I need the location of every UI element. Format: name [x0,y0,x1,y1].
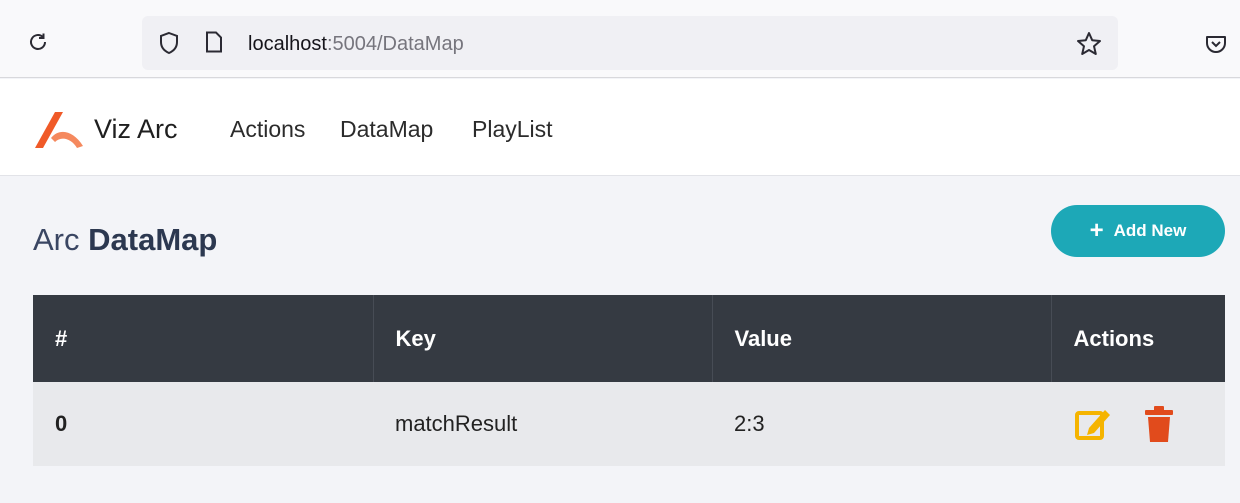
url-path: :5004/DataMap [326,33,464,55]
datamap-table: # Key Value Actions 0 matchResult 2:3 [33,295,1225,466]
nav-link-datamap[interactable]: DataMap [340,116,433,143]
viz-arc-logo-icon[interactable] [33,106,87,150]
row-index: 0 [33,382,373,466]
row-actions [1051,382,1225,466]
edit-icon[interactable] [1073,404,1113,444]
column-header-key: Key [373,295,713,382]
page-title: Arc DataMap [33,222,217,258]
delete-icon[interactable] [1139,404,1179,444]
row-key: matchResult [373,382,712,466]
reload-icon[interactable] [26,30,50,54]
url-host: localhost [248,33,327,55]
page-info-icon[interactable] [205,31,223,53]
table-header-row: # Key Value Actions [33,295,1225,382]
column-header-actions: Actions [1051,295,1225,382]
column-header-index: # [33,295,374,382]
bookmark-star-icon[interactable] [1075,30,1103,58]
page-title-bold: DataMap [88,222,218,257]
column-header-value: Value [712,295,1052,382]
pocket-icon[interactable] [1204,32,1228,56]
browser-toolbar: localhost:5004/DataMap [0,0,1240,78]
tracking-protection-shield-icon[interactable] [158,31,180,55]
app-navbar [0,79,1240,176]
page-title-prefix: Arc [33,222,80,257]
add-new-button[interactable]: + Add New [1051,205,1225,257]
brand-name[interactable]: Viz Arc [94,114,178,145]
nav-link-actions[interactable]: Actions [230,116,305,143]
url-text[interactable]: localhost:5004/DataMap [248,32,464,56]
add-new-label: Add New [1113,221,1187,240]
row-value: 2:3 [712,382,1051,466]
nav-link-playlist[interactable]: PlayList [472,116,553,143]
table-row: 0 matchResult 2:3 [33,382,1225,466]
plus-icon: + [1089,217,1104,244]
